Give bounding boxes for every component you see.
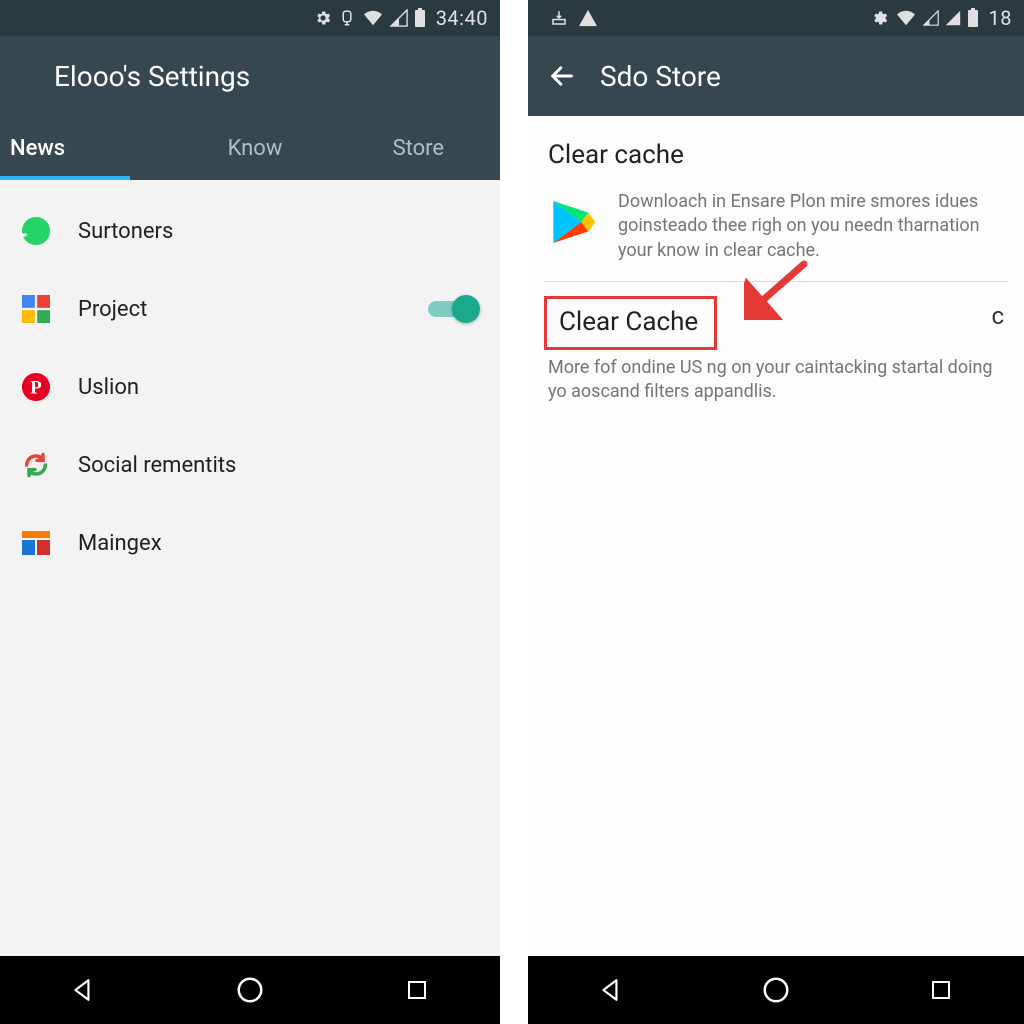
download-icon: [550, 9, 568, 27]
info-text: Downloach in Ensare Plon mire smores idu…: [618, 190, 1008, 263]
list-item-surtoners[interactable]: Surtoners: [0, 192, 500, 270]
svg-text:P: P: [30, 378, 41, 399]
screenshot-divider: [500, 0, 528, 1024]
alarm-icon: [338, 8, 356, 28]
gear-icon: [871, 9, 889, 27]
list-item-project[interactable]: Project: [0, 270, 500, 348]
battery-icon: [967, 8, 979, 28]
whatsapp-icon: [20, 215, 52, 247]
phone-screen-right: 18 Sdo Store Clear cache Downloach in En…: [528, 0, 1024, 1024]
toggle-switch[interactable]: [428, 295, 480, 323]
tab-news[interactable]: News: [0, 116, 173, 180]
gear-icon: [314, 9, 332, 27]
back-arrow-icon[interactable]: [548, 62, 576, 90]
app-bar-title: Sdo Store: [600, 60, 721, 93]
signal-icon: [923, 10, 939, 26]
nav-home-icon[interactable]: [754, 968, 798, 1012]
wifi-icon: [895, 9, 917, 27]
list-item-label: Project: [78, 297, 402, 322]
app-bar: Elooo's Settings: [0, 36, 500, 116]
list-item-label: Social rementits: [78, 453, 480, 478]
tab-bar: News Know Store: [0, 116, 500, 180]
nav-back-icon[interactable]: [589, 968, 633, 1012]
sub-text: More fof ondine US ng on your caintackin…: [544, 356, 1008, 405]
nav-recent-icon[interactable]: [395, 968, 439, 1012]
list-item-maingex[interactable]: Maingex: [0, 504, 500, 582]
warning-icon: [578, 9, 598, 27]
signal-icon: [390, 9, 408, 27]
list-item-label: Maingex: [78, 531, 480, 556]
status-bar: 34:40: [0, 0, 500, 36]
signal-icon: [945, 10, 961, 26]
tab-store[interactable]: Store: [337, 116, 500, 180]
tab-label: News: [10, 136, 65, 161]
nav-recent-icon[interactable]: [919, 968, 963, 1012]
clear-cache-row: Clear Cache c: [544, 296, 1008, 356]
list-item-social[interactable]: Social rementits: [0, 426, 500, 504]
list-item-label: Surtoners: [78, 219, 480, 244]
nav-bar: [0, 956, 500, 1024]
phone-screen-left: 34:40 Elooo's Settings News Know Store S…: [0, 0, 500, 1024]
status-clock: 34:40: [436, 6, 488, 30]
info-row: Downloach in Ensare Plon mire smores idu…: [544, 190, 1008, 282]
tab-label: Know: [228, 136, 283, 161]
layout-icon: [20, 527, 52, 559]
app-bar: Sdo Store: [528, 36, 1024, 116]
pinterest-icon: P: [20, 371, 52, 403]
status-clock: 18: [989, 6, 1012, 30]
list-item-uslion[interactable]: P Uslion: [0, 348, 500, 426]
app-bar-title: Elooo's Settings: [54, 60, 250, 93]
google-icon: [20, 293, 52, 325]
content-area: Clear cache Downloach in Ensare Plon mir…: [528, 116, 1024, 956]
clear-cache-button[interactable]: Clear Cache: [544, 296, 717, 350]
section-title: Clear cache: [544, 140, 1008, 170]
overflow-char: c: [991, 302, 1004, 330]
tab-label: Store: [393, 136, 445, 161]
tab-know[interactable]: Know: [173, 116, 336, 180]
nav-home-icon[interactable]: [228, 968, 272, 1012]
refresh-icon: [20, 449, 52, 481]
battery-icon: [414, 8, 426, 28]
nav-bar: [528, 956, 1024, 1024]
play-store-icon: [544, 194, 600, 250]
nav-back-icon[interactable]: [61, 968, 105, 1012]
list-item-label: Uslion: [78, 375, 480, 400]
status-bar: 18: [528, 0, 1024, 36]
wifi-icon: [362, 9, 384, 27]
settings-list: Surtoners Project P Uslion Social rement…: [0, 180, 500, 956]
